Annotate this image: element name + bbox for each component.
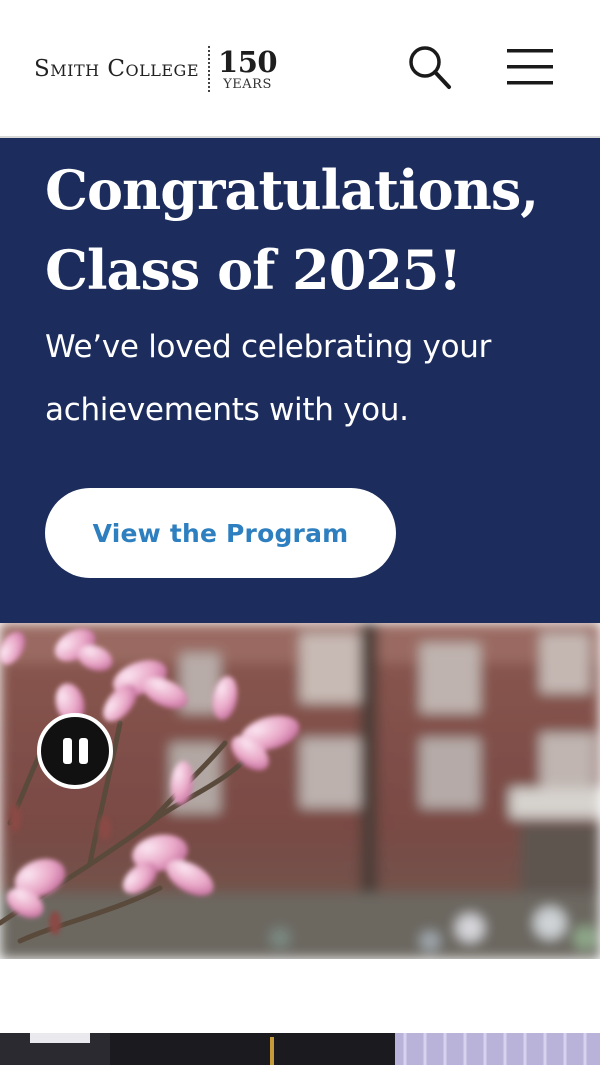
pause-slideshow-button[interactable] [37, 713, 113, 789]
logo-divider [208, 46, 211, 92]
search-icon [409, 46, 451, 89]
pause-icon [62, 738, 72, 764]
magnolia-campus-photo [0, 623, 600, 959]
logo-wordmark: Smith College [34, 56, 200, 82]
pause-icon-bar [78, 738, 88, 764]
hero-title: Congratulations, Class of 2025! [45, 150, 585, 310]
hero-banner: Congratulations, Class of 2025! We’ve lo… [0, 138, 600, 623]
next-section-image [0, 1033, 600, 1065]
menu-button[interactable] [505, 44, 557, 90]
hero-title-line-1: Congratulations, [45, 158, 539, 222]
site-logo[interactable]: Smith College 150 YEARS [34, 44, 278, 94]
hero-subtitle: We’ve loved celebrating your achievement… [45, 329, 492, 428]
site-header: Smith College 150 YEARS [0, 0, 600, 138]
anniversary-years: YEARS [223, 76, 272, 92]
anniversary-mark: 150 YEARS [218, 44, 278, 92]
view-program-button[interactable]: View the Program [45, 488, 396, 578]
search-button[interactable] [404, 42, 454, 92]
hero-title-line-2: Class of 2025! [45, 238, 462, 302]
next-section-photo-preview [0, 1033, 600, 1065]
hamburger-menu-icon [507, 49, 553, 85]
hero-photo [0, 623, 600, 959]
anniversary-number: 150 [218, 44, 278, 79]
